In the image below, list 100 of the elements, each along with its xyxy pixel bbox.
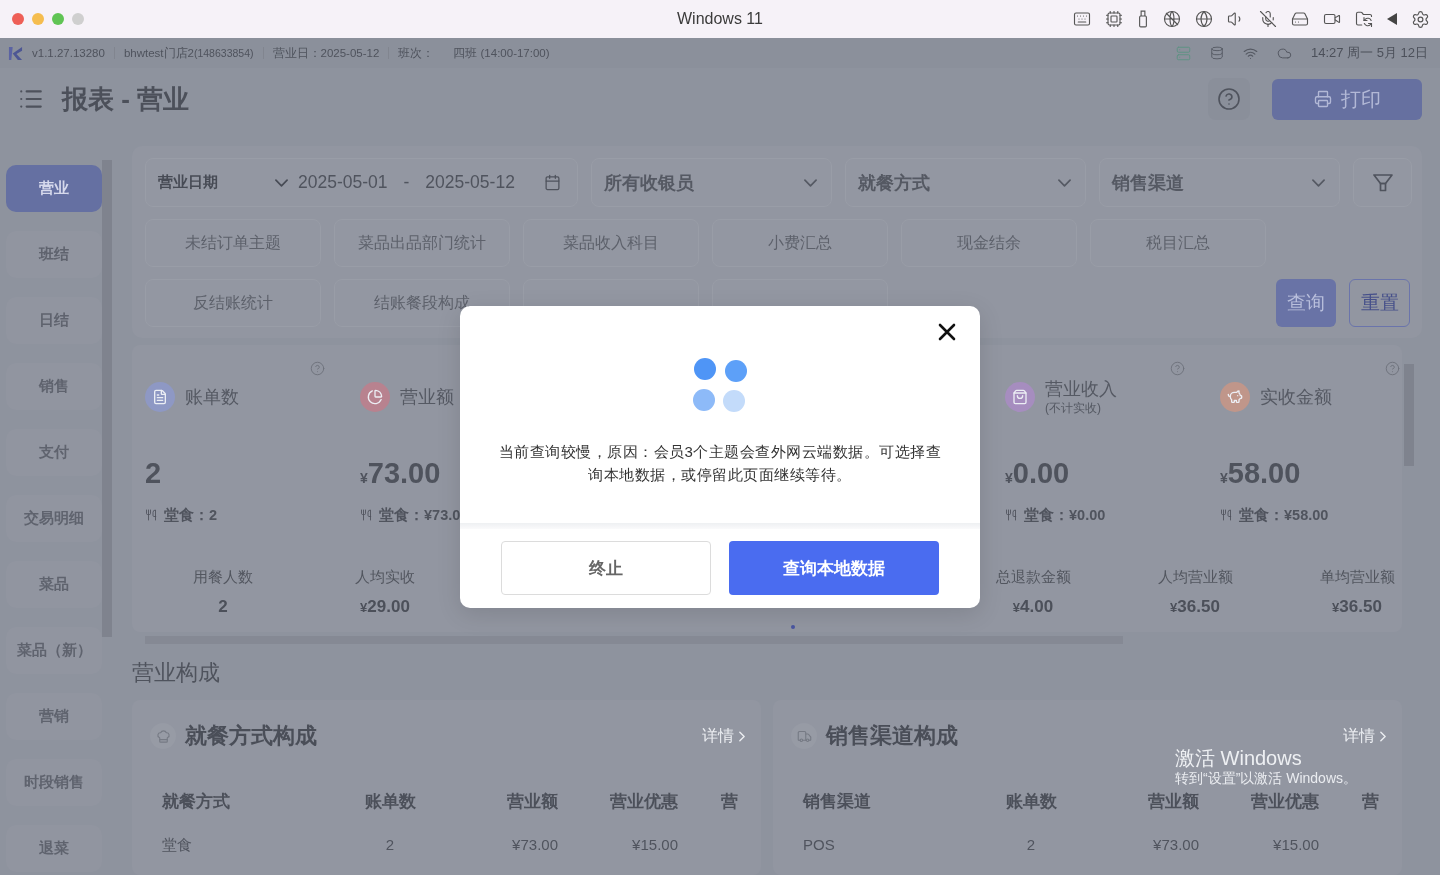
metric-value: ¥29.00 (360, 597, 410, 618)
settings-icon[interactable] (1411, 9, 1430, 29)
stop-button[interactable]: 终止 (501, 541, 711, 595)
store-id: (148633854) (193, 46, 254, 59)
panel-title: 就餐方式构成 (185, 722, 317, 750)
calendar-icon[interactable] (544, 174, 561, 191)
start-date: 2025-05-01 (298, 172, 388, 193)
scrollbar-thumb[interactable] (102, 160, 112, 637)
triangle-left-icon[interactable] (1387, 13, 1397, 25)
metric-value: ¥4.00 (1012, 597, 1054, 618)
chevron-right-icon (1380, 730, 1386, 742)
table-cell-text: ¥15.00 (1272, 835, 1320, 855)
server-icon (1175, 45, 1191, 61)
card-detail: 堂食：¥0.00 (1024, 505, 1106, 525)
drive-icon[interactable] (1291, 10, 1309, 28)
metric-label: 总退款金额 (995, 567, 1071, 587)
card-title: 营业额 (400, 386, 454, 408)
chevron-down-icon (1058, 178, 1071, 187)
metric-label: 用餐人数 (193, 567, 253, 587)
table-cell-text: 堂食 (161, 835, 193, 855)
chef-hat-icon (150, 723, 176, 749)
date-type-select[interactable]: 营业日期 (158, 173, 298, 192)
details-link[interactable]: 详情 (702, 725, 745, 747)
table-cell-text: ¥73.00 (511, 835, 559, 855)
card-value: ¥58.00 (1220, 456, 1301, 490)
cloud-icon (1276, 45, 1292, 61)
maximize-window-button[interactable] (52, 13, 64, 25)
card-detail: 堂食：2 (164, 505, 218, 525)
truck-icon (791, 723, 817, 749)
help-icon[interactable] (1170, 361, 1185, 376)
card-value: 2 (145, 456, 162, 490)
page-title: 报表 - 营业 (62, 82, 190, 116)
utensils-icon (360, 509, 372, 521)
filter-dropdown[interactable]: 就餐方式 (845, 158, 1086, 207)
column-header: 营业优惠 (1250, 791, 1320, 813)
activation-hint: 转到“设置”以激活 Windows。 (1175, 770, 1357, 786)
close-button[interactable] (938, 323, 956, 341)
globe-icon[interactable] (1195, 10, 1213, 28)
folder-sync-icon[interactable] (1355, 10, 1373, 28)
table-cell-text: 2 (1025, 835, 1037, 855)
card-detail: 堂食：¥73.0 (379, 505, 461, 525)
details-link[interactable]: 详情 (1343, 725, 1386, 747)
reset-button[interactable]: 重置 (1349, 279, 1410, 327)
filter-dropdown[interactable]: 所有收银员 (591, 158, 832, 207)
app-logo-icon (8, 45, 23, 61)
column-header: 营 (720, 791, 739, 813)
utensils-icon (1220, 509, 1232, 521)
chevron-down-icon (804, 178, 817, 187)
microphone-off-icon[interactable] (1259, 10, 1277, 28)
card-detail: 堂食：¥58.00 (1239, 505, 1329, 525)
panel-title: 销售渠道构成 (826, 722, 958, 750)
column-header: 营业优惠 (609, 791, 679, 813)
metric-value: ¥36.50 (1170, 597, 1220, 618)
metric-label: 单均营业额 (1319, 567, 1395, 587)
table-cell-text: ¥15.00 (631, 835, 679, 855)
card-title: 实收金额 (1260, 386, 1332, 408)
query-button[interactable]: 查询 (1276, 279, 1336, 327)
metric-label: 人均实收 (355, 567, 415, 587)
chevron-down-icon (1312, 178, 1325, 187)
close-window-button[interactable] (12, 13, 24, 25)
keyboard-icon[interactable] (1073, 10, 1091, 28)
filter-button[interactable] (1353, 158, 1412, 207)
help-icon (1217, 87, 1241, 111)
metric-value: ¥36.50 (1332, 597, 1382, 618)
help-button[interactable] (1208, 78, 1250, 120)
column-header: 营业额 (506, 791, 559, 813)
shift-value: 四班 (14:00-17:00) (453, 45, 550, 61)
card-title: 账单数 (185, 386, 239, 408)
chevron-right-icon (739, 730, 745, 742)
table-cell-text: POS (802, 835, 836, 855)
column-header: 营业额 (1147, 791, 1200, 813)
utensils-icon (1005, 509, 1017, 521)
chip-icon[interactable] (1105, 10, 1123, 28)
store-name: bhwtest门店2 (123, 45, 194, 61)
date-separator: - (403, 172, 410, 193)
sidebar-item[interactable]: 营业 (6, 165, 102, 212)
date-range-field[interactable]: 营业日期 2025-05-01 - 2025-05-12 (145, 158, 578, 207)
usb-drive-icon[interactable] (1137, 10, 1149, 28)
shift-label: 班次： (398, 45, 435, 61)
card-value: ¥73.00 (360, 456, 441, 490)
table-cell-text: 2 (384, 835, 396, 855)
app-version: v1.1.27.13280 (32, 47, 105, 59)
database-icon (1209, 46, 1224, 60)
column-header: 营 (1361, 791, 1380, 813)
filter-dropdown[interactable]: 销售渠道 (1099, 158, 1340, 207)
print-button[interactable]: 打印 (1272, 78, 1422, 120)
metric-label: 人均营业额 (1157, 567, 1233, 587)
help-icon[interactable] (310, 361, 325, 376)
printer-icon (1313, 90, 1332, 108)
chevron-down-icon (275, 178, 288, 187)
help-icon[interactable] (1385, 361, 1400, 376)
loading-dots-icon (693, 358, 747, 412)
funnel-icon (1372, 172, 1393, 193)
column-header: 账单数 (1004, 791, 1058, 813)
column-header: 销售渠道 (801, 791, 872, 813)
end-date: 2025-05-12 (425, 172, 515, 193)
page-indicator-icon[interactable] (791, 625, 795, 629)
activation-title: 激活 Windows (1175, 746, 1303, 770)
globe-slash-icon[interactable] (1163, 10, 1181, 28)
query-local-button[interactable]: 查询本地数据 (729, 541, 939, 595)
